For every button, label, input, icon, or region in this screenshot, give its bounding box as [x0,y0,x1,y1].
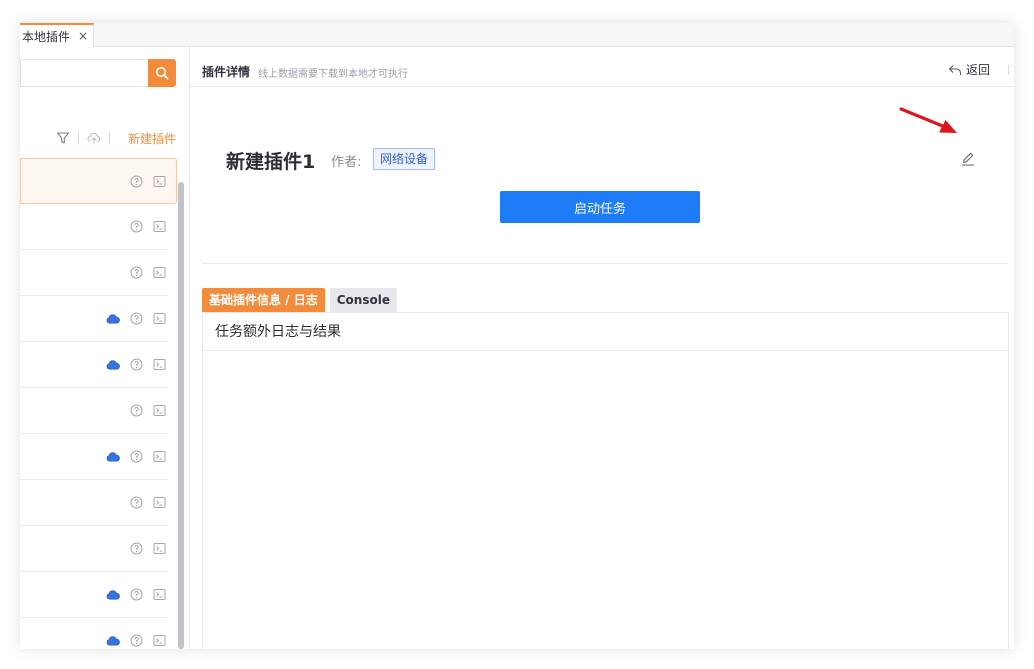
help-icon[interactable] [129,312,143,326]
tab-local-plugins[interactable]: 本地插件 × [20,23,94,47]
plugin-list-item[interactable] [20,204,168,250]
back-arrow-icon [948,64,962,75]
author-tag: 网络设备 [373,148,436,170]
help-icon[interactable] [129,496,143,510]
plugin-list-item[interactable] [20,388,168,434]
terminal-icon[interactable] [152,404,166,418]
plugin-list [20,158,177,649]
cloud-icon [106,312,120,326]
search-box [20,59,176,87]
start-task-button[interactable]: 启动任务 [500,191,700,223]
cloud-icon [106,358,120,372]
cloud-icon [106,450,120,464]
panel-title: 任务额外日志与结果 [203,313,1008,351]
terminal-icon[interactable] [152,312,166,326]
new-plugin-button[interactable]: 新建插件 [128,130,176,147]
plugin-detail: 插件详情 线上数据需要下载到本地才可执行 返回 新建插件1 作者: 网络设备 启… [190,47,1014,649]
filter-icon[interactable] [56,131,70,145]
author-label: 作者: [331,155,362,170]
back-label: 返回 [966,63,991,77]
plugin-list-item[interactable] [20,526,168,572]
cloud-icon [106,588,120,602]
scrollbar[interactable] [178,182,184,649]
terminal-icon[interactable] [152,542,166,556]
search-input[interactable] [20,59,150,87]
plugin-list-item[interactable] [20,618,168,649]
search-icon [155,66,169,80]
help-icon[interactable] [129,220,143,234]
plugin-name: 新建插件1 [226,151,316,173]
page-title: 插件详情 [202,65,251,79]
plugin-list-item[interactable] [20,250,168,296]
plugin-list-item[interactable] [20,480,168,526]
tab-bar: 本地插件 × [20,23,1014,47]
help-icon[interactable] [129,266,143,280]
help-icon[interactable] [129,404,143,418]
terminal-icon[interactable] [152,174,166,188]
terminal-icon[interactable] [152,358,166,372]
detail-tabs: 基础插件信息 / 日志 Console [202,288,402,312]
terminal-icon[interactable] [152,220,166,234]
help-icon[interactable] [129,542,143,556]
plugin-list-item[interactable] [20,296,168,342]
toolbar-divider [108,132,110,144]
header-divider [1008,65,1009,75]
sidebar: 新建插件 [20,47,190,649]
sidebar-toolbar: 新建插件 [20,127,176,149]
terminal-icon[interactable] [152,450,166,464]
search-button[interactable] [148,59,176,87]
close-icon[interactable]: × [78,29,88,43]
tab-console[interactable]: Console [329,288,397,312]
help-icon[interactable] [129,588,143,602]
tab-basic-info[interactable]: 基础插件信息 / 日志 [202,288,325,312]
detail-header: 插件详情 线上数据需要下载到本地才可执行 返回 [190,47,1014,87]
app-window: 本地插件 × 新建插件 插件详情 线上数据需要下载到本地才可执行 返回 新建插件… [20,23,1014,649]
plugin-list-item[interactable] [20,434,168,480]
page-subtitle: 线上数据需要下载到本地才可执行 [258,69,408,80]
section-divider [202,263,1008,264]
edit-icon[interactable] [960,151,976,167]
cloud-icon [106,634,120,648]
help-icon[interactable] [129,174,143,188]
cloud-upload-icon[interactable] [87,131,101,145]
terminal-icon[interactable] [152,588,166,602]
toolbar-divider [77,132,79,144]
plugin-list-item[interactable] [20,572,168,618]
terminal-icon[interactable] [152,634,166,648]
terminal-icon[interactable] [152,496,166,510]
help-icon[interactable] [129,450,143,464]
help-icon[interactable] [129,634,143,648]
back-button[interactable]: 返回 [948,61,990,78]
log-panel: 任务额外日志与结果 [202,312,1009,649]
help-icon[interactable] [129,358,143,372]
plugin-list-item[interactable] [20,342,168,388]
plugin-list-item[interactable] [20,158,177,204]
terminal-icon[interactable] [152,266,166,280]
tab-label: 本地插件 [22,29,71,44]
